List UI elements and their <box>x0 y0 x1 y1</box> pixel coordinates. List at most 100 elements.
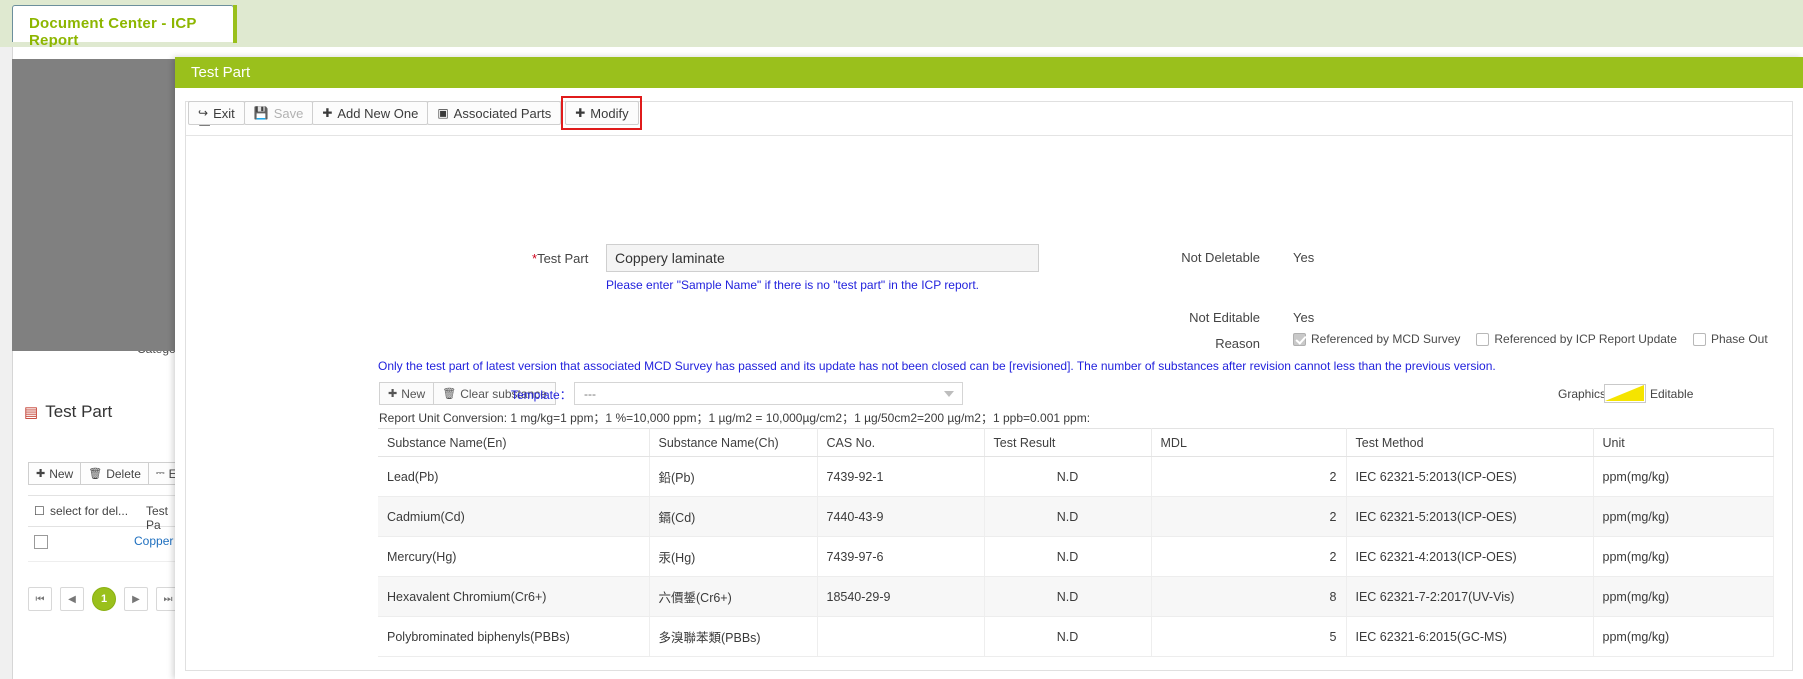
column-substance-name-en[interactable]: Substance Name(En) <box>378 428 650 457</box>
cell-name-ch: 六價鋬(Cr6+) <box>649 576 818 617</box>
associated-parts-button[interactable]: ▣ Associated Parts <box>427 101 562 125</box>
cell-name-en: Polybrominated biphenyls(PBBs) <box>378 616 650 657</box>
checkbox-label-mcd-survey: Referenced by MCD Survey <box>1311 332 1461 346</box>
not-editable-label: Not Editable <box>1189 310 1260 325</box>
plus-icon: ✚ <box>388 388 398 400</box>
unit-conversion-note: Report Unit Conversion: 1 mg/kg=1 ppm；1 … <box>379 411 1091 425</box>
checkbox-label-phase-out: Phase Out <box>1710 332 1768 346</box>
pager-next[interactable]: ▶ <box>124 587 148 611</box>
modal-header: Test Part <box>175 57 1803 88</box>
table-row[interactable]: Polybrominated biphenyls(PBBs) 多溴聯苯類(PBB… <box>378 616 1774 657</box>
cell-name-en: Mercury(Hg) <box>378 536 650 577</box>
trash-icon: 🗑 <box>88 468 103 480</box>
cell-method: IEC 62321-5:2013(ICP-OES) <box>1346 456 1594 497</box>
pager-page-1[interactable]: 1 <box>92 587 116 611</box>
cell-method: IEC 62321-4:2013(ICP-OES) <box>1346 536 1594 577</box>
cell-mdl: 2 <box>1151 496 1347 537</box>
column-cas-no[interactable]: CAS No. <box>817 428 985 457</box>
document-icon: ▣ <box>437 106 449 120</box>
reason-checkbox-group: Referenced by MCD Survey Referenced by I… <box>1293 332 1784 346</box>
cell-name-ch: 多溴聯苯類(PBBs) <box>649 616 818 657</box>
cell-unit: ppm(mg/kg) <box>1593 576 1774 617</box>
save-icon: 💾 <box>253 106 269 120</box>
tab-strip: Document Center - ICP Report <box>0 0 1803 49</box>
plus-icon: ✚ <box>36 468 46 480</box>
checkbox-label-icp-report-update: Referenced by ICP Report Update <box>1494 332 1677 346</box>
test-part-modal: Test Part ▦ Test Part ↪ Exit 💾 Save <box>175 57 1803 679</box>
test-part-hint: Please enter "Sample Name" if there is n… <box>606 278 979 292</box>
cell-mdl: 2 <box>1151 536 1347 577</box>
cell-unit: ppm(mg/kg) <box>1593 616 1774 657</box>
cell-name-ch: 汞(Hg) <box>649 536 818 577</box>
modal-title: Test Part <box>191 64 251 81</box>
template-select[interactable]: --- <box>574 382 963 405</box>
graphics-swatch[interactable] <box>1604 384 1646 403</box>
cell-name-en: Hexavalent Chromium(Cr6+) <box>378 576 650 617</box>
background-table-header: ☐ select for del... Test Pa <box>28 495 178 532</box>
plus-icon: ✚ <box>322 106 333 120</box>
modify-button[interactable]: ✚ Modify <box>565 101 639 125</box>
save-button[interactable]: 💾 Save <box>243 101 314 125</box>
cell-unit: ppm(mg/kg) <box>1593 456 1774 497</box>
not-deletable-label: Not Deletable <box>1181 250 1260 265</box>
checkbox-referenced-by-mcd-survey[interactable] <box>1293 332 1306 346</box>
cell-name-en: Lead(Pb) <box>378 456 650 497</box>
column-unit[interactable]: Unit <box>1593 428 1774 457</box>
cell-name-en: Cadmium(Cd) <box>378 496 650 537</box>
not-deletable-value: Yes <box>1293 250 1315 265</box>
cell-result: N.D <box>984 616 1152 657</box>
column-test-result[interactable]: Test Result <box>984 428 1152 457</box>
tab-label: Document Center - ICP Report <box>29 15 197 49</box>
not-editable-value: Yes <box>1293 310 1315 325</box>
associated-parts-button-wrap: ▣ Associated Parts <box>427 101 562 125</box>
table-row[interactable]: Lead(Pb) 鉛(Pb) 7439-92-1 N.D 2 IEC 62321… <box>378 456 1774 497</box>
background-section-title: ▤ Test Part <box>24 402 113 421</box>
test-part-field-label: *Test Part <box>532 251 589 266</box>
column-test-method[interactable]: Test Method <box>1346 428 1594 457</box>
substance-new-button[interactable]: ✚ New <box>379 382 435 405</box>
app-root: Document Center - ICP Report S Category … <box>0 0 1803 679</box>
row-select-checkbox[interactable] <box>34 535 48 549</box>
modify-button-wrap: ✚ Modify <box>561 96 642 130</box>
background-new-button[interactable]: ✚ New <box>28 462 82 485</box>
substance-table-header-row: Substance Name(En) Substance Name(Ch) CA… <box>378 428 1774 457</box>
cell-result: N.D <box>984 576 1152 617</box>
trash-icon: 🗑 <box>442 388 457 400</box>
chevron-down-icon <box>944 391 954 397</box>
column-mdl[interactable]: MDL <box>1151 428 1347 457</box>
cell-mdl: 8 <box>1151 576 1347 617</box>
background-pager: ⏮ ◀ 1 ▶ ⏭ <box>28 587 188 611</box>
cell-method: IEC 62321-7-2:2017(UV-Vis) <box>1346 576 1594 617</box>
background-delete-button[interactable]: 🗑 Delete <box>80 462 149 485</box>
table-row[interactable]: Cadmium(Cd) 鎘(Cd) 7440-43-9 N.D 2 IEC 62… <box>378 496 1774 537</box>
add-new-one-button[interactable]: ✚ Add New One <box>312 101 429 125</box>
background-select-checkbox[interactable]: ☐ <box>34 504 45 518</box>
template-selected-value: --- <box>584 387 596 401</box>
cell-method: IEC 62321-5:2013(ICP-OES) <box>1346 496 1594 537</box>
cell-cas: 7439-97-6 <box>817 536 985 577</box>
pager-first[interactable]: ⏮ <box>28 587 52 611</box>
graphics-label: Graphics: <box>1558 387 1610 401</box>
cell-method: IEC 62321-6:2015(GC-MS) <box>1346 616 1594 657</box>
tab-accent-bar <box>233 5 237 43</box>
pager-prev[interactable]: ◀ <box>60 587 84 611</box>
test-part-input[interactable]: Coppery laminate <box>606 244 1039 272</box>
checkbox-phase-out[interactable] <box>1692 332 1706 346</box>
cell-name-ch: 鉛(Pb) <box>649 456 818 497</box>
cell-result: N.D <box>984 496 1152 537</box>
exit-button[interactable]: ↪ Exit <box>188 101 245 125</box>
row-test-part-link[interactable]: Copper <box>134 534 173 548</box>
cell-unit: ppm(mg/kg) <box>1593 536 1774 577</box>
save-button-wrap: 💾 Save <box>243 101 314 125</box>
graphics-editable-label: Editable <box>1650 387 1694 401</box>
substance-table: Substance Name(En) Substance Name(Ch) CA… <box>378 428 1774 657</box>
checkbox-referenced-by-icp-report-update[interactable] <box>1476 332 1490 346</box>
table-row[interactable]: Hexavalent Chromium(Cr6+) 六價鋬(Cr6+) 1854… <box>378 576 1774 617</box>
table-row[interactable]: Mercury(Hg) 汞(Hg) 7439-97-6 N.D 2 IEC 62… <box>378 536 1774 577</box>
exit-icon: ↪ <box>198 106 209 120</box>
background-column-select: select for del... <box>50 504 129 518</box>
column-substance-name-ch[interactable]: Substance Name(Ch) <box>649 428 818 457</box>
cell-result: N.D <box>984 536 1152 577</box>
export-icon: ⎓ <box>155 467 165 479</box>
tab-document-center-icp-report[interactable]: Document Center - ICP Report <box>12 5 234 49</box>
